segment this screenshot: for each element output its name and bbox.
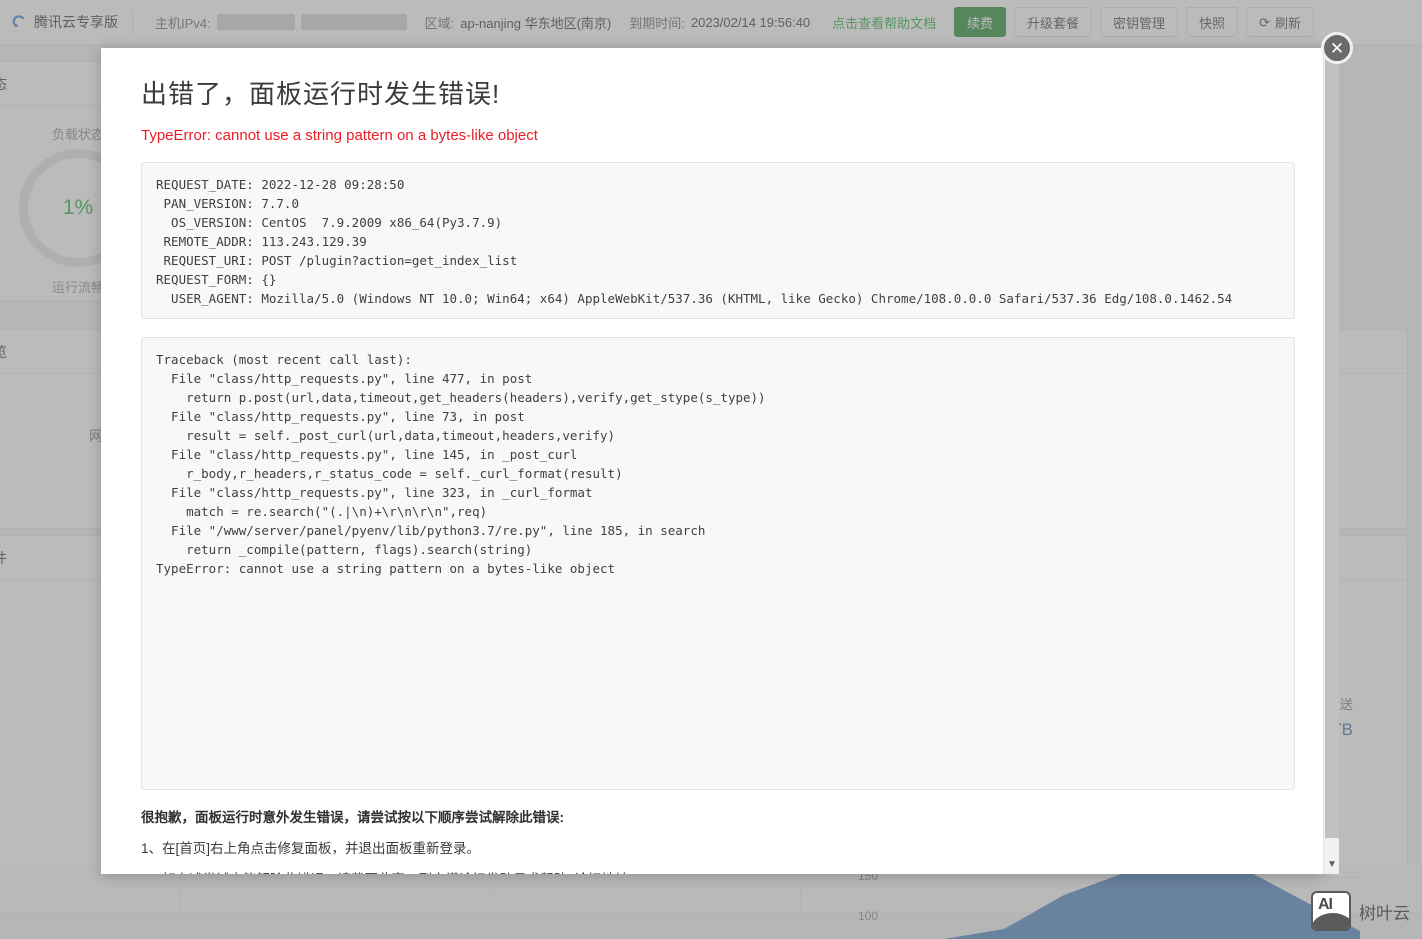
mountain-icon [1313, 913, 1349, 929]
watermark-label: 树叶云 [1359, 903, 1410, 923]
error-modal-title: 出错了，面板运行时发生错误! [141, 79, 501, 109]
advice-heading: 很抱歉，面板运行时意外发生错误，请尝试按以下顺序尝试解除此错误: [141, 810, 564, 825]
scroll-down-arrow-icon[interactable]: ▼ [1324, 858, 1340, 872]
advice-section: 很抱歉，面板运行时意外发生错误，请尝试按以下顺序尝试解除此错误: 1、在[首页]… [141, 806, 1295, 874]
watermark: AI 树叶云 [1311, 891, 1410, 931]
request-info-block: REQUEST_DATE: 2022-12-28 09:28:50 PAN_VE… [141, 162, 1295, 319]
error-modal-message: TypeError: cannot use a string pattern o… [141, 127, 538, 144]
close-icon: ✕ [1329, 38, 1345, 58]
page-root: 态 负载状态 1% 运行流畅 览 网 件 发送 4TB [0, 0, 1422, 939]
modal-scrollbar-thumb[interactable] [1325, 48, 1339, 838]
ai-image-icon: AI [1311, 891, 1351, 931]
modal-scrollbar[interactable]: ▼ [1323, 48, 1339, 874]
bbs-forum-link[interactable]: https://www.bt.cn/bbs [646, 872, 774, 874]
advice-step-2-text: 2、如上述尝试未能解除此错误，请截图此窗口到宝塔论坛发贴寻求帮助, 论坛地址： [141, 872, 642, 874]
advice-step-1: 1、在[首页]右上角点击修复面板，并退出面板重新登录。 [141, 841, 481, 856]
traceback-block: Traceback (most recent call last): File … [141, 337, 1295, 790]
advice-step-2: 2、如上述尝试未能解除此错误，请截图此窗口到宝塔论坛发贴寻求帮助, 论坛地址： … [141, 868, 1295, 874]
error-modal: 出错了，面板运行时发生错误! TypeError: cannot use a s… [101, 48, 1323, 874]
ai-badge-text: AI [1318, 896, 1333, 913]
error-modal-body: 出错了，面板运行时发生错误! TypeError: cannot use a s… [101, 48, 1323, 874]
close-button[interactable]: ✕ [1321, 32, 1353, 64]
